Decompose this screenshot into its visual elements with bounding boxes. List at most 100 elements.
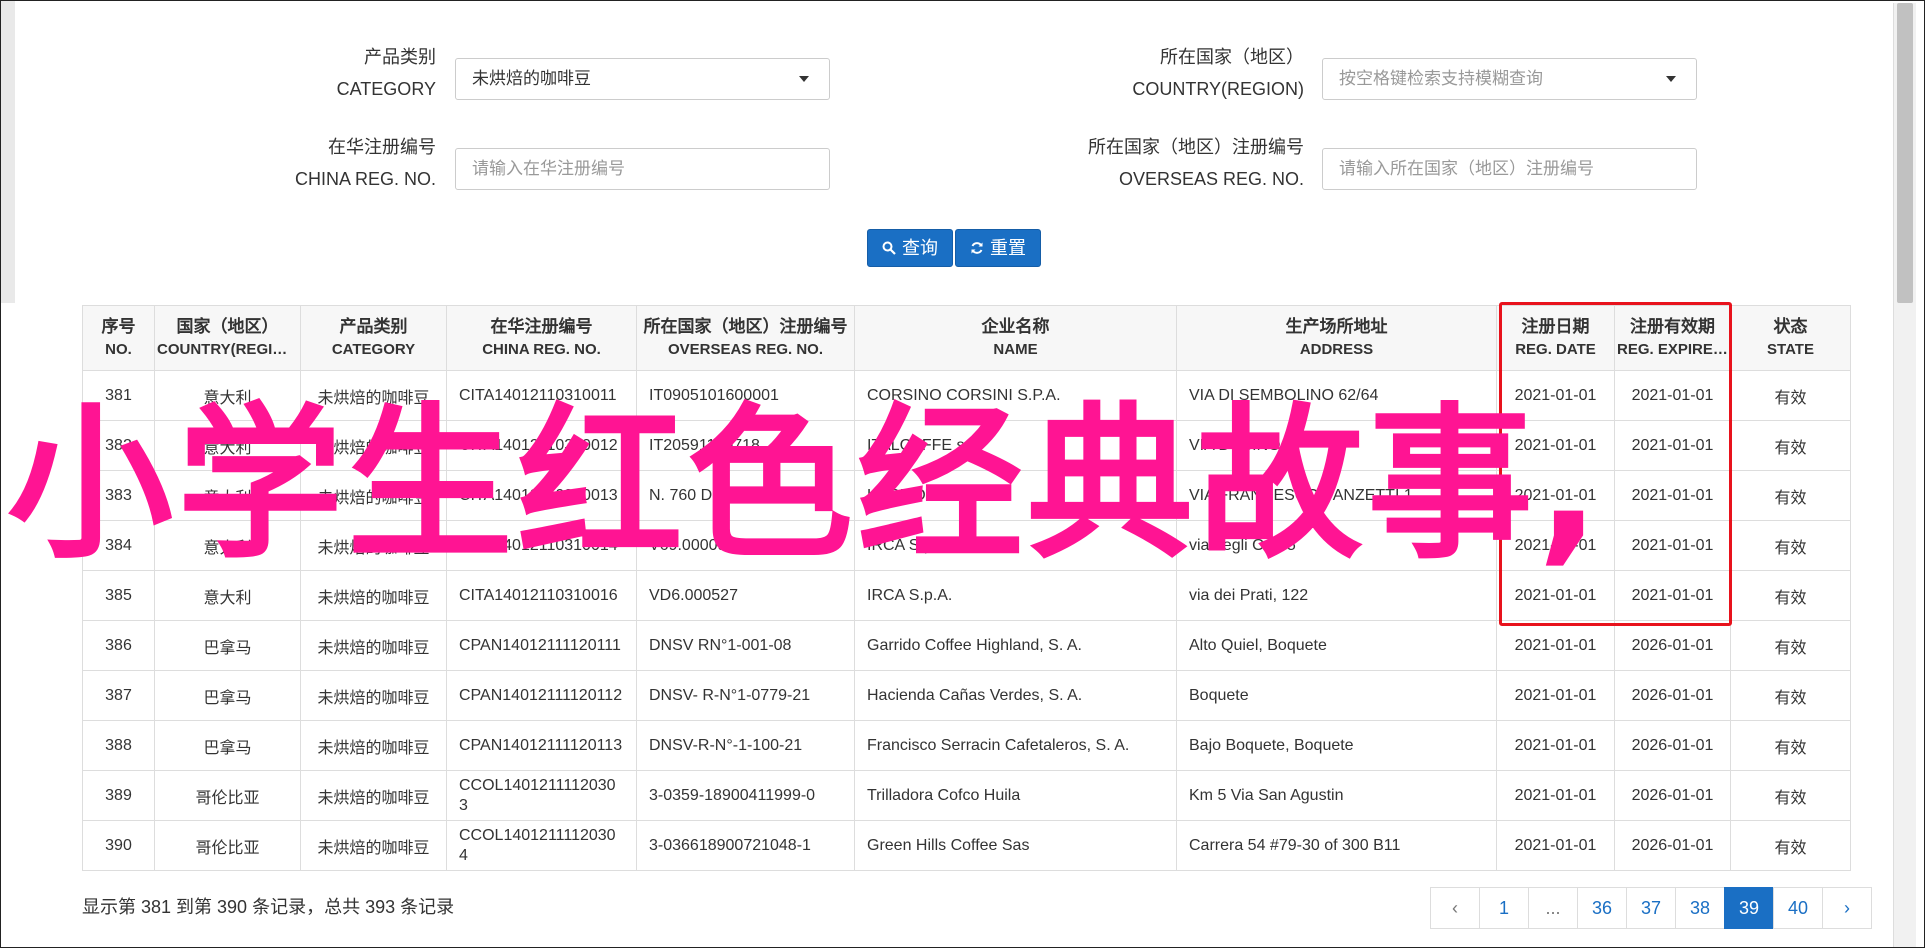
- table-row[interactable]: 386 巴拿马 未烘焙的咖啡豆 CPAN14012111120111 DNSV RN°1…: [82, 620, 1851, 671]
- overlay-title: 小学生红色经典故事,: [7, 389, 1605, 582]
- china-reg-input[interactable]: 请输入在华注册编号: [455, 148, 830, 190]
- next-page-button[interactable]: ›: [1822, 887, 1872, 929]
- prev-page-button[interactable]: ‹: [1430, 887, 1480, 929]
- cell-country: 哥伦比亚: [154, 770, 301, 821]
- chevron-down-icon: [1666, 76, 1676, 82]
- category-label-cn: 产品类别: [364, 47, 436, 67]
- cell-name: Hacienda Cañas Verdes, S. A.: [854, 670, 1177, 721]
- cell-no: 387: [82, 670, 155, 721]
- country-select[interactable]: 按空格键检索支持模糊查询: [1322, 58, 1697, 100]
- page-button-1[interactable]: 1: [1479, 887, 1529, 929]
- cell-name: Garrido Coffee Highland, S. A.: [854, 620, 1177, 671]
- scrollbar-thumb[interactable]: [1897, 3, 1913, 303]
- page-button-40[interactable]: 40: [1773, 887, 1823, 929]
- cell-reg-date: 2021-01-01: [1496, 720, 1615, 771]
- cell-state: 有效: [1730, 470, 1851, 521]
- pagination-summary: 显示第 381 到第 390 条记录，总共 393 条记录: [82, 897, 455, 917]
- header-name[interactable]: 企业名称 NAME: [854, 305, 1177, 371]
- refresh-icon: [971, 242, 983, 254]
- cell-reg-date: 2021-01-01: [1496, 620, 1615, 671]
- reset-button[interactable]: 重置: [955, 229, 1041, 267]
- cell-no: 388: [82, 720, 155, 771]
- overseas-reg-label-cn: 所在国家（地区）注册编号: [1088, 137, 1304, 157]
- cell-china-reg: CCOL14012111120304: [446, 820, 637, 871]
- cell-reg-expire: 2026-01-01: [1614, 670, 1731, 721]
- cell-reg-date: 2021-01-01: [1496, 670, 1615, 721]
- header-category[interactable]: 产品类别 CATEGORY: [300, 305, 447, 371]
- cell-no: 390: [82, 820, 155, 871]
- cell-reg-expire: 2021-01-01: [1614, 570, 1731, 621]
- search-button[interactable]: 查询: [867, 229, 953, 267]
- cell-address: Bajo Boquete, Boquete: [1176, 720, 1497, 771]
- cell-category: 未烘焙的咖啡豆: [300, 720, 447, 771]
- page-button-37[interactable]: 37: [1626, 887, 1676, 929]
- page-frame: 产品类别 CATEGORY 未烘焙的咖啡豆 所在国家（地区） COUNTRY(R…: [0, 0, 1925, 948]
- header-overseas-reg[interactable]: 所在国家（地区）注册编号 OVERSEAS REG. NO.: [636, 305, 855, 371]
- header-reg-expire[interactable]: 注册有效期REG. EXPIRE DATE: [1614, 305, 1731, 371]
- cell-no: 386: [82, 620, 155, 671]
- header-no[interactable]: 序号 NO.: [82, 305, 155, 371]
- header-reg-date[interactable]: 注册日期 REG. DATE: [1496, 305, 1615, 371]
- cell-reg-expire: 2021-01-01: [1614, 470, 1731, 521]
- country-placeholder: 按空格键检索支持模糊查询: [1339, 69, 1543, 88]
- cell-overseas-reg: DNSV RN°1-001-08: [636, 620, 855, 671]
- reset-button-label: 重置: [990, 238, 1026, 258]
- cell-state: 有效: [1730, 670, 1851, 721]
- china-reg-label: 在华注册编号 CHINA REG. NO.: [251, 131, 436, 195]
- table-row[interactable]: 389 哥伦比亚 未烘焙的咖啡豆 CCOL14012111120303 3-0359-1…: [82, 770, 1851, 821]
- overseas-reg-label-en: OVERSEAS REG. NO.: [1118, 169, 1304, 189]
- header-china-reg[interactable]: 在华注册编号 CHINA REG. NO.: [446, 305, 637, 371]
- search-icon: [882, 241, 896, 255]
- cell-reg-expire: 2026-01-01: [1614, 770, 1731, 821]
- header-address[interactable]: 生产场所地址 ADDRESS: [1176, 305, 1497, 371]
- cell-country: 哥伦比亚: [154, 820, 301, 871]
- cell-overseas-reg: 3-036618900721048-1: [636, 820, 855, 871]
- page-button-38[interactable]: 38: [1675, 887, 1725, 929]
- search-button-label: 查询: [902, 238, 938, 258]
- page-button-36[interactable]: 36: [1577, 887, 1627, 929]
- cell-state: 有效: [1730, 820, 1851, 871]
- cell-state: 有效: [1730, 520, 1851, 571]
- header-state[interactable]: 状态 STATE: [1730, 305, 1851, 371]
- cell-overseas-reg: DNSV-R-N°-1-100-21: [636, 720, 855, 771]
- table-row[interactable]: 390 哥伦比亚 未烘焙的咖啡豆 CCOL14012111120304 3-036618…: [82, 820, 1851, 871]
- cell-name: Francisco Serracin Cafetaleros, S. A.: [854, 720, 1177, 771]
- category-value: 未烘焙的咖啡豆: [472, 69, 591, 88]
- china-reg-label-cn: 在华注册编号: [328, 137, 436, 157]
- pagination: ‹ 1... 36 37 38 39 40 ›: [1430, 887, 1872, 929]
- cell-overseas-reg: DNSV- R-N°1-0779-21: [636, 670, 855, 721]
- category-label: 产品类别 CATEGORY: [301, 41, 436, 105]
- cell-overseas-reg: 3-0359-18900411999-0: [636, 770, 855, 821]
- cell-reg-date: 2021-01-01: [1496, 770, 1615, 821]
- cell-state: 有效: [1730, 620, 1851, 671]
- cell-state: 有效: [1730, 720, 1851, 771]
- cell-reg-expire: 2026-01-01: [1614, 820, 1731, 871]
- left-edge: [1, 1, 15, 303]
- page-button-39[interactable]: 39: [1724, 887, 1774, 929]
- page-ellipsis[interactable]: ...: [1528, 887, 1578, 929]
- china-reg-label-en: CHINA REG. NO.: [294, 169, 436, 189]
- table-row[interactable]: 387 巴拿马 未烘焙的咖啡豆 CPAN14012111120112 DNSV- R-N…: [82, 670, 1851, 721]
- vertical-scrollbar[interactable]: [1893, 3, 1916, 947]
- table-row[interactable]: 388 巴拿马 未烘焙的咖啡豆 CPAN14012111120113 DNSV-R-N°…: [82, 720, 1851, 771]
- cell-address: Carrera 54 #79-30 of 300 B11: [1176, 820, 1497, 871]
- cell-name: Trilladora Cofco Huila: [854, 770, 1177, 821]
- country-label-en: COUNTRY(REGION): [1132, 79, 1304, 99]
- cell-state: 有效: [1730, 420, 1851, 471]
- cell-address: Boquete: [1176, 670, 1497, 721]
- header-country[interactable]: 国家（地区） COUNTRY(REGION): [154, 305, 301, 371]
- cell-address: Km 5 Via San Agustin: [1176, 770, 1497, 821]
- category-select[interactable]: 未烘焙的咖啡豆: [455, 58, 830, 100]
- cell-state: 有效: [1730, 370, 1851, 421]
- cell-reg-date: 2021-01-01: [1496, 820, 1615, 871]
- overseas-reg-input[interactable]: 请输入所在国家（地区）注册编号: [1322, 148, 1697, 190]
- cell-reg-expire: 2026-01-01: [1614, 620, 1731, 671]
- cell-reg-expire: 2026-01-01: [1614, 720, 1731, 771]
- cell-china-reg: CPAN14012111120112: [446, 670, 637, 721]
- cell-category: 未烘焙的咖啡豆: [300, 620, 447, 671]
- overseas-reg-placeholder: 请输入所在国家（地区）注册编号: [1339, 159, 1594, 178]
- cell-name: Green Hills Coffee Sas: [854, 820, 1177, 871]
- overseas-reg-label: 所在国家（地区）注册编号 OVERSEAS REG. NO.: [1061, 131, 1304, 195]
- cell-category: 未烘焙的咖啡豆: [300, 770, 447, 821]
- cell-country: 巴拿马: [154, 670, 301, 721]
